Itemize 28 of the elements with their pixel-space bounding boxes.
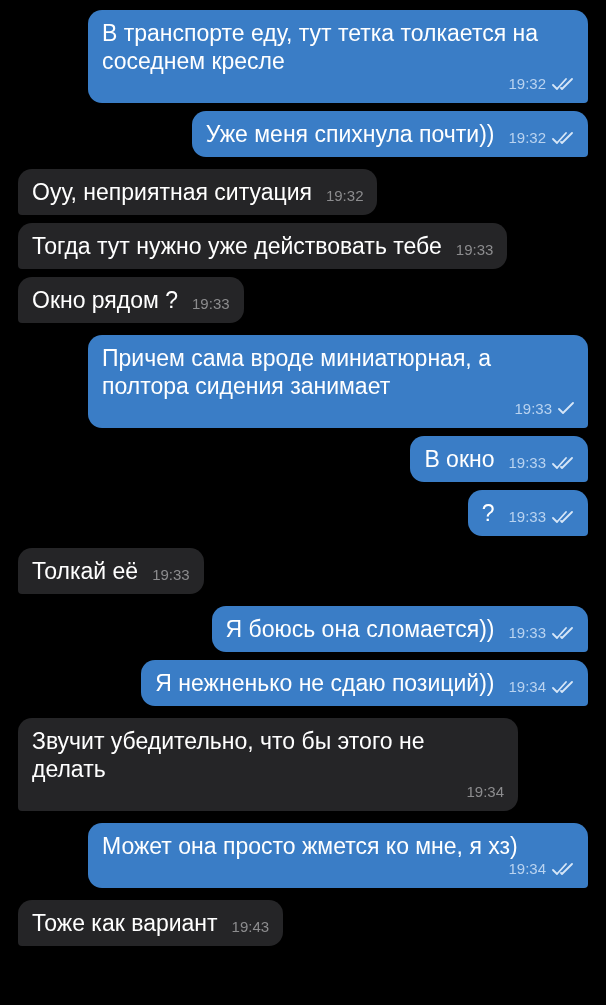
message-time: 19:34 bbox=[508, 860, 546, 878]
message-text: ? bbox=[481, 499, 495, 527]
message-time: 19:33 bbox=[508, 454, 546, 472]
message-text: Тоже как вариант bbox=[32, 909, 218, 937]
message-time: 19:33 bbox=[455, 241, 494, 259]
message-text: Тогда тут нужно уже действовать тебе bbox=[32, 232, 442, 260]
message-text: В окно bbox=[424, 445, 495, 473]
message-time: 19:33 bbox=[192, 295, 230, 313]
message-time: 19:32 bbox=[508, 129, 546, 147]
message-text: Я нежненько не сдаю позиций)) bbox=[155, 669, 495, 697]
message-text: Звучит убедительно, что бы этого не делать bbox=[32, 727, 426, 783]
message-time: 19:34 bbox=[508, 678, 546, 696]
message-text: Причем сама вроде миниатюрная, а полтора сидения занимает bbox=[102, 344, 492, 400]
message-time: 19:32 bbox=[325, 187, 364, 205]
message-text: Я боюсь она сломается)) bbox=[225, 615, 495, 643]
message-time: 19:34 bbox=[466, 783, 504, 801]
message-time: 19:32 bbox=[508, 75, 546, 93]
message-time: 19:33 bbox=[508, 624, 546, 642]
message-text: В транспорте еду, тут тетка толкается на соседнем кресле bbox=[102, 19, 539, 75]
message-time: 19:43 bbox=[231, 918, 270, 936]
message-time: 19:33 bbox=[514, 400, 552, 418]
message-text: Окно рядом ? bbox=[32, 286, 179, 314]
message-text: Оуу, неприятная ситуация bbox=[32, 178, 312, 206]
message-text: Может она просто жмется ко мне, я хз) bbox=[102, 832, 518, 860]
message-time: 19:33 bbox=[508, 508, 546, 526]
message-text: Толкай её bbox=[32, 557, 139, 585]
message-time: 19:33 bbox=[152, 566, 190, 584]
message-text: Уже меня спихнула почти)) bbox=[205, 120, 495, 148]
